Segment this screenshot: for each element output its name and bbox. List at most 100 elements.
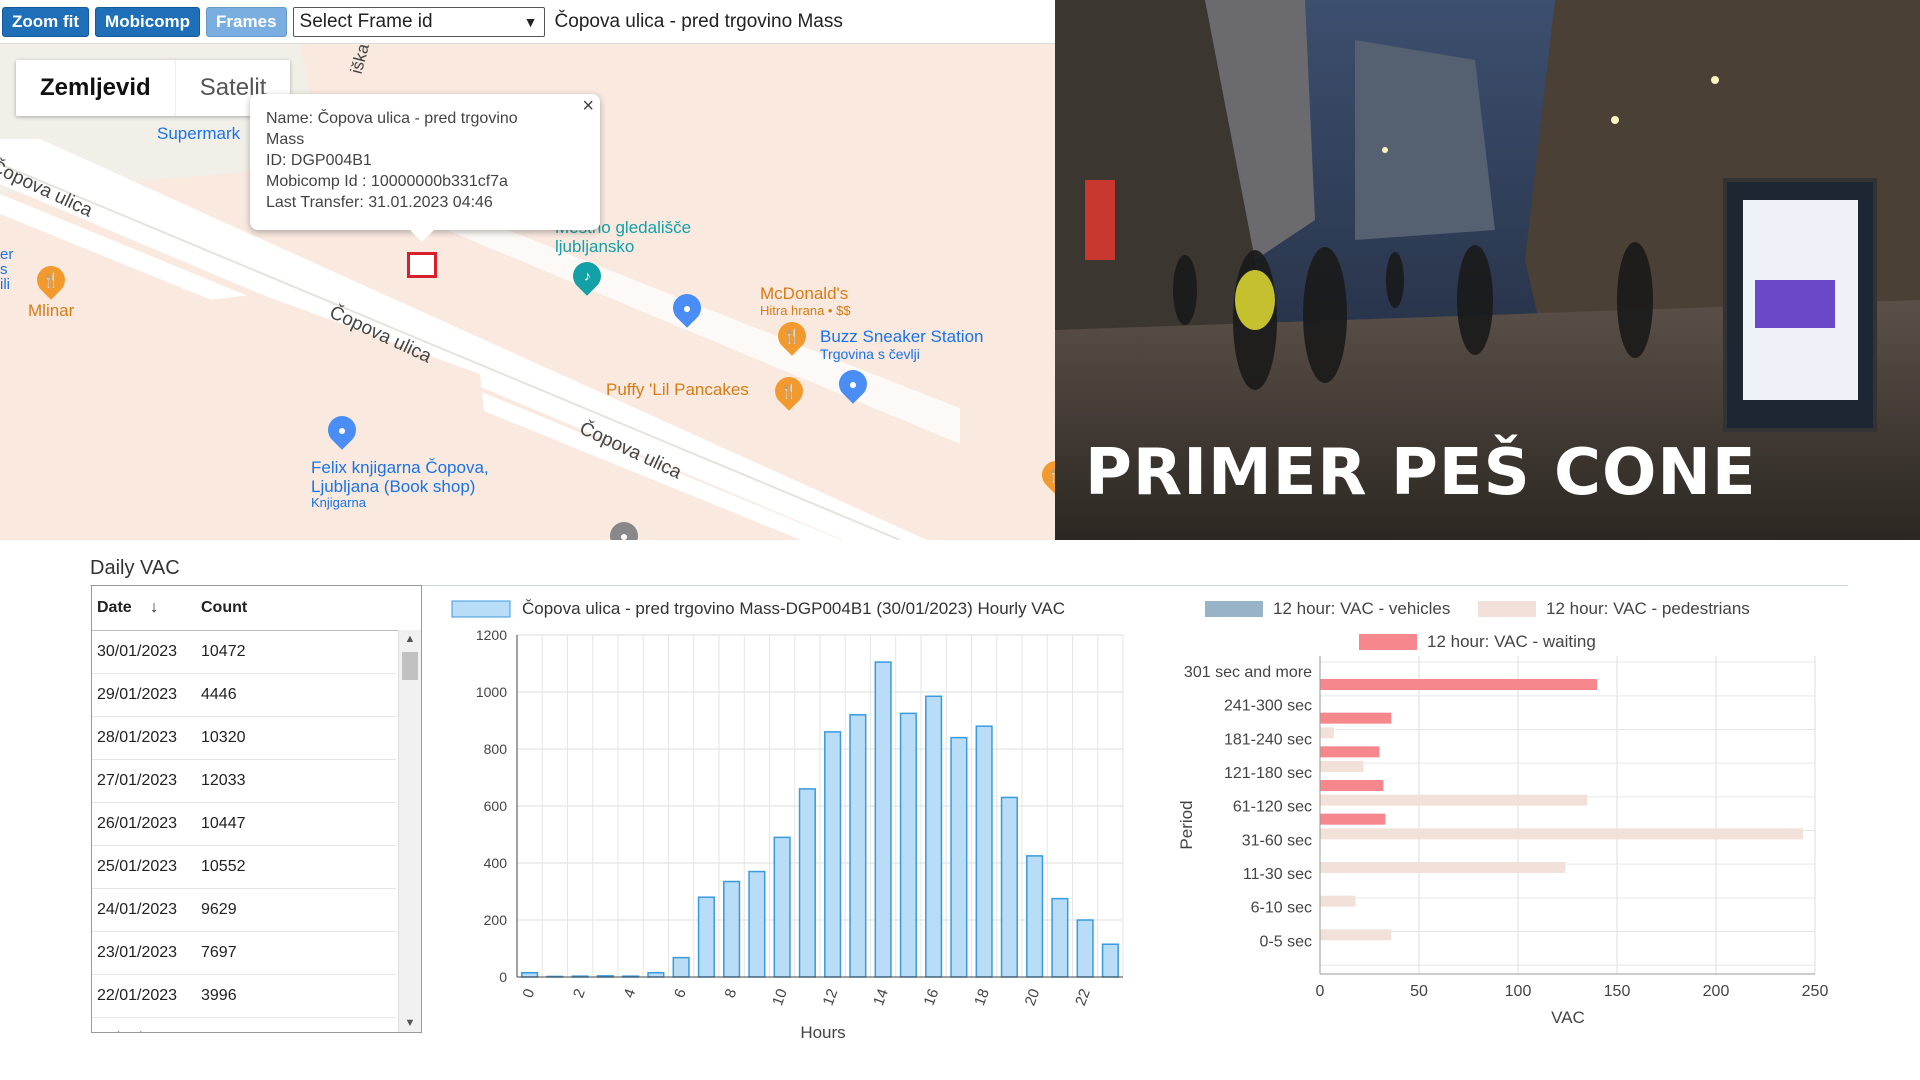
x-axis-title-period: VAC <box>1551 1008 1585 1027</box>
mobicomp-button[interactable]: Mobicomp <box>95 6 201 37</box>
table-row[interactable]: 28/01/2023 10320 <box>92 717 396 760</box>
hourly-bar[interactable] <box>874 661 892 978</box>
waiting-bar[interactable] <box>1320 746 1380 758</box>
table-row[interactable]: 21/01/202311093 <box>92 1018 396 1032</box>
hourly-bar[interactable] <box>798 788 816 978</box>
table-row[interactable]: 30/01/2023 10472 <box>92 631 396 674</box>
hourly-bar[interactable] <box>1076 919 1094 978</box>
date-cell: 26/01/2023 <box>97 815 178 832</box>
place-label-supermarket[interactable]: Supermark <box>157 124 240 144</box>
count-column-header[interactable]: Count <box>197 599 247 617</box>
count-cell: 12033 <box>201 772 246 789</box>
pedestrian-bar[interactable] <box>1320 794 1588 806</box>
place-label-puffy[interactable]: Puffy 'Lil Pancakes <box>606 380 749 400</box>
hourly-bar[interactable] <box>773 836 791 978</box>
sort-arrow-icon[interactable]: ↓ <box>150 599 158 616</box>
place-label-felix[interactable]: Felix knjigarna Čopova, Ljubljana (Book … <box>311 458 489 510</box>
waiting-bar[interactable] <box>1320 813 1386 825</box>
x-tick-label: 12 <box>820 987 842 1008</box>
hourly-bar[interactable] <box>723 880 741 978</box>
map-type-map-tab[interactable]: Zemljevid <box>16 60 176 116</box>
location-title: Čopova ulica - pred trgovino Mass <box>554 10 843 32</box>
street-photo: PRIMER PEŠ CONE <box>1055 0 1920 540</box>
date-cell: 22/01/2023 <box>97 987 178 1004</box>
zoom-fit-button[interactable]: Zoom fit <box>2 6 90 37</box>
date-cell: 23/01/2023 <box>97 944 178 961</box>
pedestrian-bar[interactable] <box>1320 727 1334 739</box>
count-cell: 4446 <box>201 686 237 703</box>
place-label-mlinar[interactable]: Mlinar <box>28 301 74 321</box>
pedestrian-bar[interactable] <box>1320 761 1364 772</box>
hourly-bar[interactable] <box>849 714 867 978</box>
count-cell: 9629 <box>201 901 237 918</box>
date-column-header[interactable]: Date ↓ <box>92 599 197 617</box>
place-edge-line: er <box>0 246 14 263</box>
y-tick-label: 200 <box>484 912 508 928</box>
waiting-bar[interactable] <box>1320 780 1384 791</box>
date-cell: 28/01/2023 <box>97 729 178 746</box>
info-window: × Name: Čopova ulica - pred trgovino Mas… <box>250 94 600 242</box>
scroll-up-icon[interactable]: ▲ <box>399 630 421 648</box>
y-tick-label: 400 <box>484 855 508 871</box>
hourly-bar[interactable] <box>1026 855 1044 978</box>
hourly-bar[interactable] <box>950 736 968 978</box>
table-row[interactable]: 25/01/2023 10552 <box>92 846 396 889</box>
table-row[interactable]: 24/01/2023 9629 <box>92 889 396 932</box>
hourly-bar[interactable] <box>925 695 943 978</box>
place-label-mcdonalds[interactable]: McDonald's <box>760 284 848 304</box>
waiting-bar[interactable] <box>1320 712 1392 724</box>
scroll-down-icon[interactable]: ▼ <box>399 1014 421 1032</box>
waiting-bar[interactable] <box>1320 679 1598 690</box>
y-tick-label: 1000 <box>476 684 507 700</box>
hourly-bar[interactable] <box>1000 796 1018 978</box>
map-view[interactable]: Zemljevid Satelit iška p Čopova ulica Čo… <box>0 44 1055 540</box>
place-label-theatre-line2: ljubljansko <box>555 237 635 256</box>
hourly-bar[interactable] <box>1051 897 1069 978</box>
popup-mobicomp: Mobicomp Id : 10000000b331cf7a <box>266 173 508 190</box>
y-tick-label: 301 sec and more <box>1184 664 1312 681</box>
y-tick-label: 241-300 sec <box>1224 698 1312 715</box>
x-tick-label: 4 <box>621 987 640 1001</box>
table-header: Date ↓ Count <box>92 586 421 631</box>
x-tick-label: 0 <box>520 987 539 1001</box>
hourly-bar[interactable] <box>672 956 690 978</box>
legend-label-vehicles: 12 hour: VAC - vehicles <box>1273 599 1450 618</box>
frames-button[interactable]: Frames <box>206 6 287 37</box>
frame-id-select[interactable]: Select Frame id ▼ <box>292 6 545 37</box>
pedestrian-bar[interactable] <box>1320 929 1392 941</box>
hourly-bar[interactable] <box>899 712 917 978</box>
hourly-bar[interactable] <box>521 971 539 978</box>
table-row[interactable]: 23/01/2023 7697 <box>92 932 396 975</box>
x-tick-label: 100 <box>1505 983 1532 1000</box>
pedestrian-bar[interactable] <box>1320 895 1356 907</box>
hourly-bar[interactable] <box>1101 943 1119 978</box>
table-row[interactable]: 27/01/2023 12033 <box>92 760 396 803</box>
frame-marker-icon[interactable] <box>407 252 437 278</box>
x-tick-label: 18 <box>971 987 993 1008</box>
y-tick-label: 1200 <box>476 627 507 643</box>
x-tick-label: 0 <box>1316 983 1325 1000</box>
hourly-bar[interactable] <box>647 971 665 978</box>
table-row[interactable]: 26/01/2023 10447 <box>92 803 396 846</box>
count-cell: 10320 <box>201 729 246 746</box>
place-label-buzz[interactable]: Buzz Sneaker Station <box>820 327 983 347</box>
pedestrian-bar[interactable] <box>1320 862 1566 873</box>
scroll-thumb[interactable] <box>402 652 418 680</box>
close-icon[interactable]: × <box>582 96 594 117</box>
x-tick-label: 250 <box>1802 983 1829 1000</box>
x-tick-label: 200 <box>1703 983 1730 1000</box>
count-cell: 11093 <box>197 1030 244 1032</box>
y-tick-label: 600 <box>484 798 508 814</box>
table-row[interactable]: 22/01/2023 3996 <box>92 975 396 1018</box>
hourly-bar[interactable] <box>975 725 993 978</box>
date-header-label: Date <box>97 599 132 616</box>
x-tick-label: 50 <box>1410 983 1428 1000</box>
hourly-bar[interactable] <box>824 731 842 978</box>
y-tick-label: 0 <box>499 969 507 985</box>
hourly-bar[interactable] <box>697 896 715 978</box>
table-row[interactable]: 29/01/2023 4446 <box>92 674 396 717</box>
pedestrian-bar[interactable] <box>1320 828 1804 840</box>
hourly-bar[interactable] <box>748 870 766 978</box>
x-tick-label: 16 <box>921 987 943 1008</box>
table-scrollbar[interactable]: ▲ ▼ <box>398 630 421 1032</box>
